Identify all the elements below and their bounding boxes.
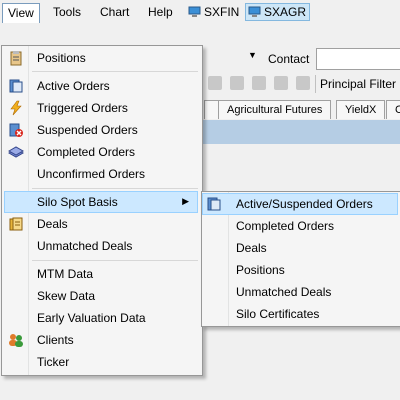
submenu-item-label: Deals — [236, 241, 267, 255]
menu-item-triggered-orders[interactable]: Triggered Orders — [4, 97, 198, 119]
menu-item-silo-spot-basis[interactable]: Silo Spot Basis ▶ — [4, 191, 198, 213]
market-tabs: Agricultural Futures YieldX C — [200, 98, 400, 120]
orders-book-icon — [207, 197, 221, 211]
submenu-arrow-icon: ▶ — [182, 196, 189, 206]
menu-item-label: Active Orders — [37, 79, 110, 93]
menu-item-unconfirmed-orders[interactable]: Unconfirmed Orders — [4, 163, 198, 185]
lightning-icon — [10, 100, 22, 116]
view-menu: Positions Active Orders Triggered Orders… — [1, 45, 203, 376]
suspended-orders-icon — [9, 123, 23, 137]
menu-item-ticker[interactable]: Ticker — [4, 351, 198, 373]
submenu-item-positions[interactable]: Positions — [204, 259, 396, 281]
menu-item-early-valuation-data[interactable]: Early Valuation Data — [4, 307, 198, 329]
menu-item-label: MTM Data — [37, 267, 94, 281]
toolbar-icon[interactable] — [296, 76, 310, 90]
users-icon — [9, 334, 23, 347]
submenu-item-completed-orders[interactable]: Completed Orders — [204, 215, 396, 237]
menu-item-active-orders[interactable]: Active Orders — [4, 75, 198, 97]
menu-item-label: Deals — [37, 217, 68, 231]
contact-label: Contact — [268, 52, 310, 66]
menu-item-label: Completed Orders — [37, 145, 136, 159]
market-tab-label: SXFIN — [204, 5, 240, 19]
menu-tools[interactable]: Tools — [48, 3, 86, 21]
menu-item-label: Clients — [37, 333, 74, 347]
tab-yieldx[interactable]: YieldX — [336, 100, 386, 119]
menu-item-label: Silo Spot Basis — [37, 195, 118, 209]
market-tab-sxfin[interactable]: SXFIN — [186, 3, 242, 21]
tab-agricultural-futures[interactable]: Agricultural Futures — [218, 100, 332, 119]
filter-toolbar: ▼ Contact — [200, 46, 400, 72]
submenu-item-label: Positions — [236, 263, 285, 277]
toolbar-icon[interactable] — [230, 76, 244, 90]
menu-item-skew-data[interactable]: Skew Data — [4, 285, 198, 307]
submenu-item-label: Completed Orders — [236, 219, 335, 233]
contact-input[interactable] — [316, 48, 400, 70]
menu-item-label: Unmatched Deals — [37, 239, 133, 253]
toolbar-divider — [315, 75, 316, 93]
submenu-item-active-suspended-orders[interactable]: Active/Suspended Orders — [202, 193, 398, 215]
monitor-icon — [248, 6, 261, 17]
principal-filter-label: Principal Filter — [320, 77, 397, 91]
menu-item-positions[interactable]: Positions — [4, 47, 198, 69]
menu-item-label: Skew Data — [37, 289, 96, 303]
toolbar-icon[interactable] — [208, 76, 222, 90]
orders-book-icon — [9, 79, 23, 93]
menu-bar: View Tools Chart Help SXFIN SXAGR — [0, 0, 400, 24]
menu-separator — [32, 71, 198, 72]
stacked-books-icon — [8, 146, 24, 158]
silo-spot-basis-submenu: Active/Suspended Orders Completed Orders… — [201, 191, 400, 327]
toolbar-icon[interactable] — [274, 76, 288, 90]
menu-item-label: Triggered Orders — [37, 101, 128, 115]
chevron-down-icon[interactable]: ▼ — [248, 50, 257, 60]
menu-item-completed-orders[interactable]: Completed Orders — [4, 141, 198, 163]
submenu-item-unmatched-deals[interactable]: Unmatched Deals — [204, 281, 396, 303]
submenu-item-label: Silo Certificates — [236, 307, 320, 321]
deals-folder-icon — [9, 217, 23, 231]
menu-separator — [32, 188, 198, 189]
market-tab-label: SXAGR — [264, 5, 307, 19]
menu-help[interactable]: Help — [143, 3, 178, 21]
tab-partial-c[interactable]: C — [386, 100, 400, 119]
grid-header-band — [200, 120, 400, 144]
action-toolbar: Principal Filter — [200, 72, 400, 96]
submenu-item-label: Active/Suspended Orders — [236, 197, 373, 211]
menu-item-label: Early Valuation Data — [37, 311, 146, 325]
menu-item-deals[interactable]: Deals — [4, 213, 198, 235]
menu-item-label: Suspended Orders — [37, 123, 138, 137]
menu-item-unmatched-deals[interactable]: Unmatched Deals — [4, 235, 198, 257]
submenu-item-deals[interactable]: Deals — [204, 237, 396, 259]
menu-item-suspended-orders[interactable]: Suspended Orders — [4, 119, 198, 141]
menu-item-mtm-data[interactable]: MTM Data — [4, 263, 198, 285]
menu-item-label: Unconfirmed Orders — [37, 167, 146, 181]
clipboard-icon — [10, 51, 22, 66]
monitor-icon — [188, 6, 201, 17]
menu-separator — [32, 260, 198, 261]
menu-view[interactable]: View — [2, 3, 40, 23]
menu-item-clients[interactable]: Clients — [4, 329, 198, 351]
menu-chart[interactable]: Chart — [95, 3, 134, 21]
toolbar-icon[interactable] — [252, 76, 266, 90]
menu-item-label: Positions — [37, 51, 86, 65]
submenu-item-silo-certificates[interactable]: Silo Certificates — [204, 303, 396, 325]
market-tab-sxagr[interactable]: SXAGR — [245, 3, 311, 21]
menu-item-label: Ticker — [37, 355, 70, 369]
submenu-item-label: Unmatched Deals — [236, 285, 332, 299]
